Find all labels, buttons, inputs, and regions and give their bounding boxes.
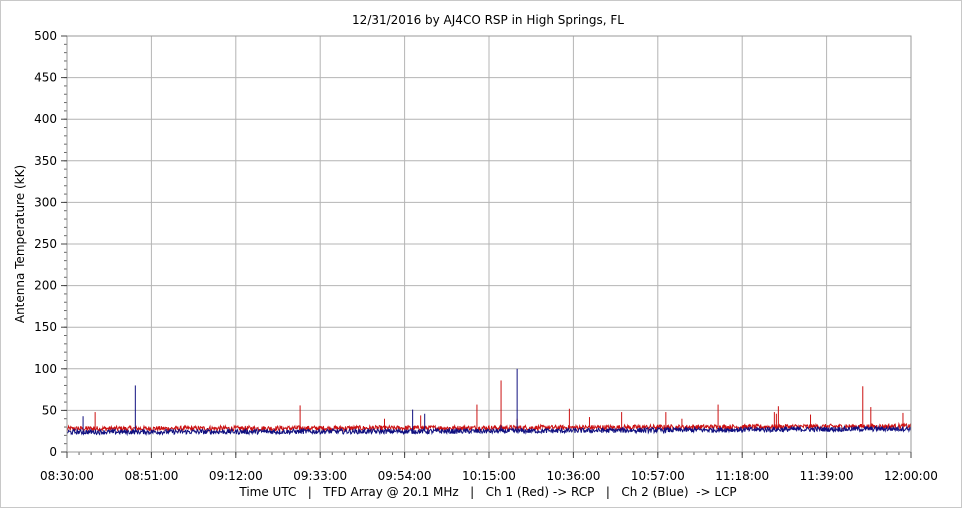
y-tick-label: 350: [34, 154, 57, 168]
y-tick-label: 300: [34, 195, 57, 209]
x-tick-label: 10:36:00: [546, 469, 600, 483]
y-tick-label: 200: [34, 279, 57, 293]
y-tick-label: 400: [34, 112, 57, 126]
chart-frame: 12/31/2016 by AJ4CO RSP in High Springs,…: [0, 0, 962, 508]
y-tick-label: 500: [34, 29, 57, 43]
x-tick-label: 10:57:00: [631, 469, 685, 483]
x-tick-label: 12:00:00: [884, 469, 938, 483]
y-tick-label: 150: [34, 320, 57, 334]
y-tick-label: 50: [42, 403, 57, 417]
y-axis-ticks: 0 50 100 150 200 250 300 350 400 450 500: [34, 29, 67, 459]
x-tick-label: 09:33:00: [293, 469, 347, 483]
x-tick-label: 10:15:00: [462, 469, 516, 483]
y-tick-label: 0: [49, 445, 57, 459]
x-axis-label: Time UTC | TFD Array @ 20.1 MHz | Ch 1 (…: [238, 485, 736, 499]
y-tick-label: 100: [34, 362, 57, 376]
x-tick-label: 08:30:00: [40, 469, 94, 483]
x-tick-label: 09:54:00: [378, 469, 432, 483]
x-tick-label: 08:51:00: [124, 469, 178, 483]
grid-lines: [66, 35, 912, 453]
y-tick-label: 450: [34, 71, 57, 85]
minor-ticks: [64, 35, 912, 455]
x-tick-label: 11:18:00: [715, 469, 769, 483]
y-tick-label: 250: [34, 237, 57, 251]
antenna-temperature-chart: 12/31/2016 by AJ4CO RSP in High Springs,…: [13, 13, 938, 499]
x-tick-label: 11:39:00: [800, 469, 854, 483]
chart-title: 12/31/2016 by AJ4CO RSP in High Springs,…: [352, 13, 624, 27]
x-tick-label: 09:12:00: [209, 469, 263, 483]
x-axis-ticks: 08:30:00 08:51:00 09:12:00 09:33:00 09:54:00…: [40, 452, 938, 483]
y-axis-label: Antenna Temperature (kK): [13, 165, 27, 323]
